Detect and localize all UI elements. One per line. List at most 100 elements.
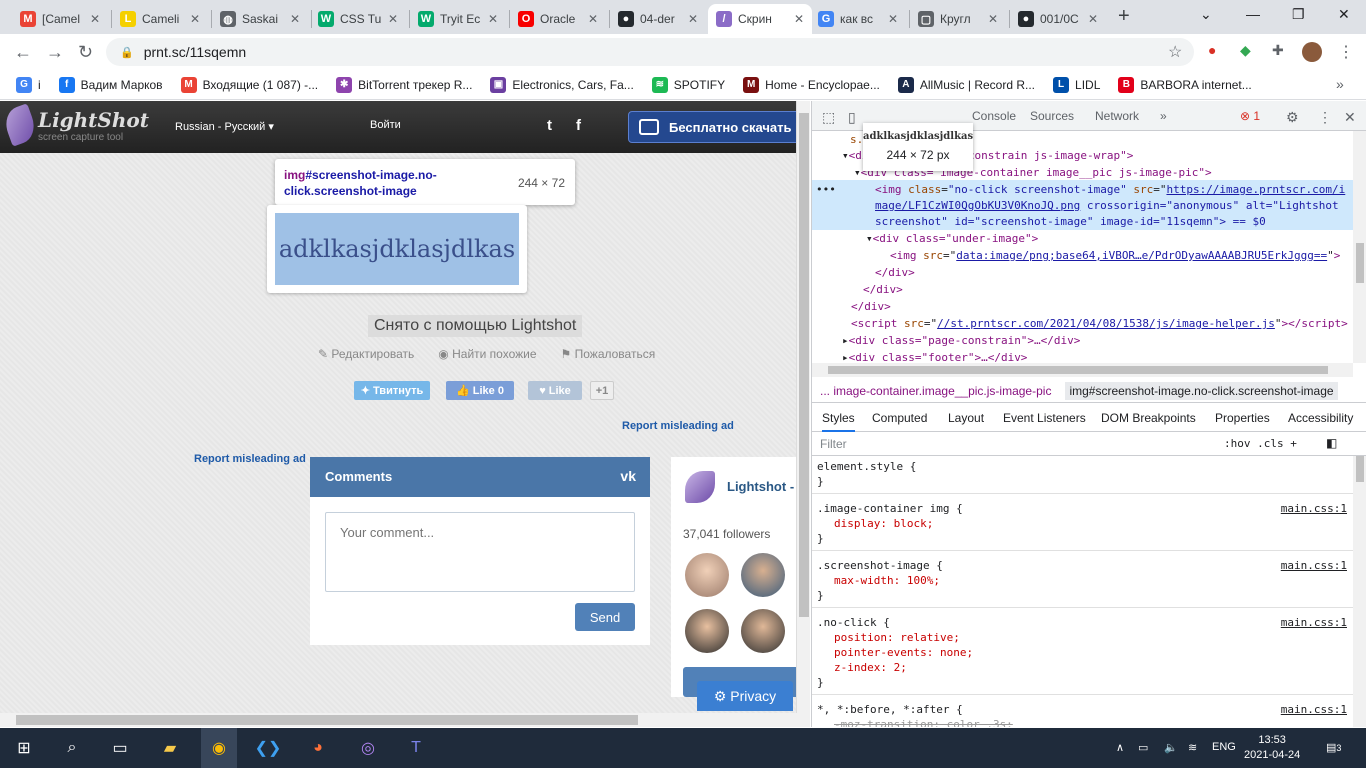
language-indicator[interactable]: ENG (1212, 741, 1236, 753)
styles-tab-properties[interactable]: Properties (1215, 411, 1270, 425)
follower-avatar[interactable] (685, 553, 729, 597)
img-src-link-2[interactable]: mage/LF1CzWI0QgObKU3V0KnoJQ.png (875, 199, 1080, 212)
vk-icon[interactable]: vk (620, 468, 636, 484)
tab[interactable]: W CSS Tu ✕ (310, 4, 406, 34)
tab-network[interactable]: Network (1095, 109, 1139, 123)
elements-scrollbar[interactable] (1353, 131, 1366, 363)
avatar[interactable] (1302, 42, 1322, 62)
extension-icon[interactable]: ◆ (1240, 42, 1251, 59)
bookmark-item[interactable]: M Home - Encyclopae... (743, 76, 880, 93)
styles-tab-layout[interactable]: Layout (948, 411, 984, 425)
css-rule[interactable]: element.style {} (812, 456, 1353, 494)
scroll-thumb[interactable] (799, 113, 809, 617)
close-tab-icon[interactable]: ✕ (388, 12, 398, 26)
scroll-thumb[interactable] (1356, 243, 1364, 283)
tab[interactable]: Gкак вс ✕ (810, 4, 906, 34)
selected-img-node-cont[interactable]: screenshot" id="screenshot-image" image-… (875, 214, 1266, 230)
css-source-link[interactable]: main.css:1 (1281, 502, 1347, 516)
edit-link[interactable]: ✎ Редактировать (318, 347, 426, 361)
report-ad-link[interactable]: Report misleading ad (622, 420, 734, 432)
opera-extension-icon[interactable]: ● (1208, 42, 1216, 58)
close-tab-icon[interactable]: ✕ (888, 12, 898, 26)
tab[interactable]: M [Camel ✕ (12, 4, 108, 34)
wifi-icon[interactable]: ≋ (1188, 741, 1197, 754)
language-select[interactable]: Russian - Русский ▾ (175, 120, 274, 133)
tab[interactable]: W Tryit Ec ✕ (410, 4, 506, 34)
firefox-icon[interactable]: ◕ (306, 736, 330, 760)
script-src-link[interactable]: //st.prntscr.com/2021/04/08/1538/js/imag… (937, 317, 1275, 330)
search-icon[interactable]: ⌕ (60, 736, 84, 760)
fb-like-button[interactable]: 👍 Like 0 (446, 381, 514, 400)
chrome-icon[interactable]: ◉ (201, 728, 237, 768)
report-link[interactable]: ⚑ Пожаловаться (561, 347, 668, 361)
styles-tab-styles[interactable]: Styles (822, 411, 855, 432)
styles-tab-accessibility[interactable]: Accessibility (1288, 411, 1353, 425)
selected-img-node[interactable]: <img class="no-click screenshot-image" s… (875, 182, 1345, 198)
css-rule[interactable]: .image-container img {main.css:1 display:… (812, 498, 1353, 551)
more-tabs-icon[interactable]: » (1160, 109, 1167, 123)
tree-line[interactable]: <script src="//st.prntscr.com/2021/04/08… (851, 316, 1348, 332)
new-tab-button[interactable]: + (1118, 5, 1130, 28)
bookmark-item[interactable]: Gi (16, 76, 41, 93)
group-avatar[interactable] (685, 471, 715, 503)
styles-tab-dom-breakpoints[interactable]: DOM Breakpoints (1101, 411, 1196, 425)
close-tab-icon[interactable]: ✕ (488, 12, 498, 26)
css-source-link[interactable]: main.css:1 (1281, 559, 1347, 573)
styles-tab-computed[interactable]: Computed (872, 411, 927, 425)
page-vertical-scrollbar[interactable] (796, 101, 810, 713)
twitter-icon[interactable]: t (547, 117, 552, 134)
css-source-link[interactable]: main.css:1 (1281, 703, 1347, 717)
tree-line[interactable]: ▾<div class="under-image"> (866, 231, 1038, 247)
comment-input[interactable] (325, 512, 635, 592)
error-badge[interactable]: ⊗ 1 (1240, 109, 1260, 123)
tab[interactable]: ● 04-der ✕ (610, 4, 706, 34)
bookmark-item[interactable]: B BARBORA internet... (1118, 76, 1252, 93)
battery-icon[interactable]: ▭ (1138, 741, 1148, 754)
github-desktop-icon[interactable]: ◎ (356, 736, 380, 760)
notifications-icon[interactable]: ▤3 (1326, 741, 1341, 754)
follower-avatar[interactable] (741, 609, 785, 653)
styles-rules[interactable]: element.style {} .image-container img {ma… (812, 456, 1353, 727)
follower-avatar[interactable] (685, 609, 729, 653)
tree-line[interactable]: </div> (863, 282, 903, 298)
css-declaration[interactable]: position: relative; (834, 631, 960, 645)
close-tab-icon[interactable]: ✕ (688, 12, 698, 26)
close-tab-icon[interactable]: ✕ (1088, 12, 1098, 26)
clock[interactable]: 13:53 2021-04-24 (1244, 733, 1300, 763)
filter-options[interactable]: :hov .cls + (1224, 437, 1297, 450)
page-horizontal-scrollbar[interactable] (0, 713, 810, 727)
tab-console[interactable]: Console (972, 109, 1016, 123)
devtools-menu-icon[interactable]: ⋮ (1318, 109, 1332, 126)
forward-icon[interactable]: → (46, 42, 64, 63)
star-icon[interactable]: ☆ (1168, 42, 1182, 62)
bookmark-item[interactable]: M Входящие (1 087) -... (180, 76, 318, 93)
report-ad-link-2[interactable]: Report misleading ad (194, 453, 306, 465)
tab[interactable]: ◍ Saskai ✕ (212, 4, 308, 34)
toggle-sidebar-icon[interactable]: ◧ (1326, 436, 1337, 450)
download-button[interactable]: Бесплатно скачать Li (628, 111, 796, 143)
styles-tab-event-listeners[interactable]: Event Listeners (1003, 411, 1086, 425)
maximize-button[interactable]: ❐ (1292, 6, 1305, 23)
address-bar[interactable]: 🔒 prnt.sc/11sqemn (106, 38, 1194, 66)
breadcrumb-item[interactable]: ... image-container.image__pic.js-image-… (820, 384, 1051, 398)
devtools-close-icon[interactable]: ✕ (1344, 109, 1356, 126)
privacy-button[interactable]: ⚙ Privacy (697, 681, 793, 711)
teams-icon[interactable]: T (404, 736, 428, 760)
menu-icon[interactable]: ⋮ (1338, 42, 1354, 62)
css-rule[interactable]: .screenshot-image {main.css:1 max-width: … (812, 555, 1353, 608)
close-tab-icon[interactable]: ✕ (190, 12, 200, 26)
login-link[interactable]: Войти (370, 119, 401, 131)
css-declaration[interactable]: z-index: 2; (834, 661, 907, 675)
tab[interactable]: / Скрин ✕ (708, 4, 812, 34)
extensions-puzzle-icon[interactable]: ✚ (1272, 42, 1284, 59)
file-explorer-icon[interactable]: ▰ (158, 736, 182, 760)
follower-avatar[interactable] (741, 553, 785, 597)
vscode-icon[interactable]: ❮❯ (255, 736, 282, 760)
show-hidden-icons[interactable]: ∧ (1116, 741, 1124, 754)
back-icon[interactable]: ← (14, 42, 32, 63)
bookmarks-overflow-icon[interactable]: » (1336, 76, 1344, 92)
tab-search-icon[interactable]: ⌄ (1200, 6, 1212, 23)
tree-line[interactable]: ▸<div class="footer">…</div> (842, 350, 1027, 363)
scroll-thumb[interactable] (1356, 456, 1364, 482)
tab[interactable]: O Oracle ✕ (510, 4, 606, 34)
